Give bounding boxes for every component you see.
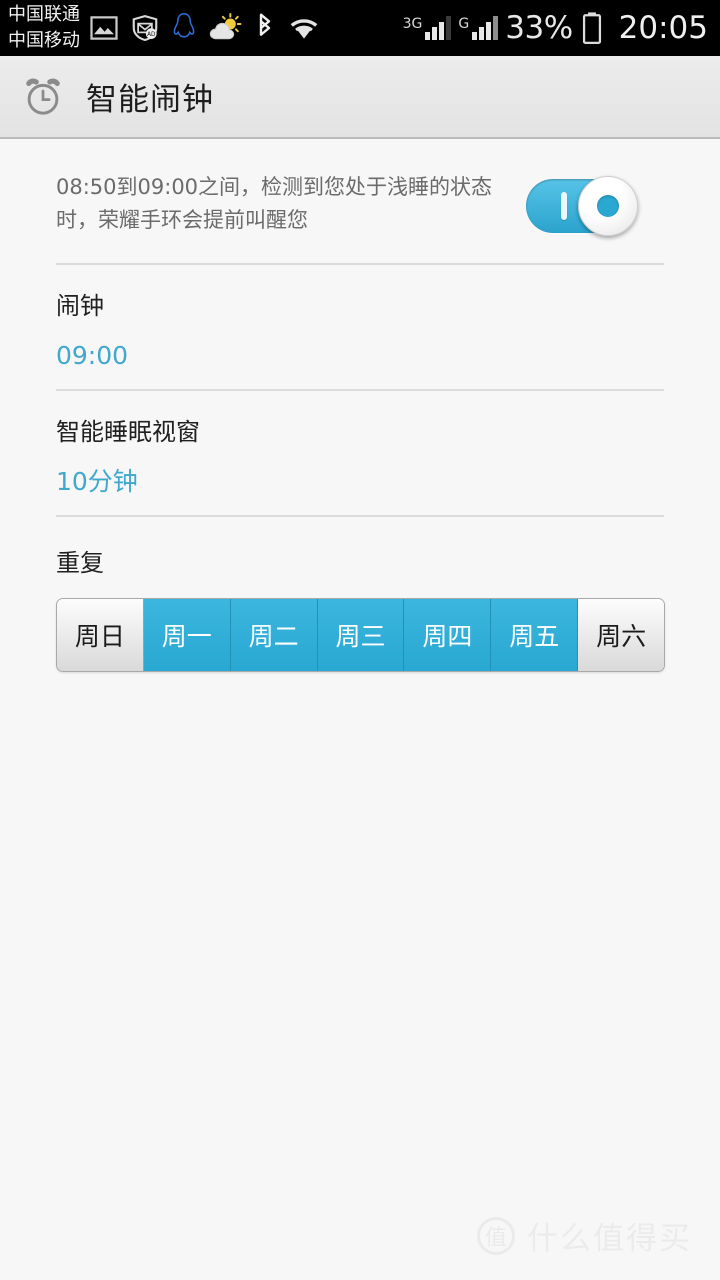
weather-sun-cloud-icon (207, 12, 243, 44)
sleep-window-field[interactable]: 智能睡眠视窗 10分钟 (56, 391, 664, 515)
smart-alarm-toggle[interactable] (526, 176, 638, 236)
alarm-field-value[interactable]: 09:00 (56, 339, 664, 373)
status-bar: 中国联通 中国移动 AD 3G G 33% 20:05 (0, 0, 720, 56)
signal-g: G (458, 16, 499, 40)
gallery-icon (89, 13, 119, 43)
signal-3g: 3G (403, 16, 452, 40)
status-bar-right-cluster: 3G G 33% 20:05 (403, 10, 708, 46)
app-header: 智能闹钟 (0, 56, 720, 139)
signal-g-bars (472, 16, 499, 40)
repeat-day-2[interactable]: 周二 (230, 599, 318, 671)
battery-percent: 33% (505, 10, 573, 46)
repeat-day-4[interactable]: 周四 (404, 599, 492, 671)
alarm-field-label: 闹钟 (56, 292, 104, 320)
status-bar-clock: 20:05 (618, 10, 708, 46)
svg-text:AD: AD (147, 32, 156, 38)
smart-alarm-row: 08:50到09:00之间，检测到您处于浅睡的状态时，荣耀手环会提前叫醒您 (56, 139, 664, 263)
battery-icon (580, 11, 604, 45)
qq-penguin-icon (171, 12, 197, 44)
sleep-window-field-value[interactable]: 10分钟 (56, 465, 664, 499)
watermark-text: 什么值得买 (527, 1221, 692, 1257)
mail-shield-ad-icon: AD (129, 13, 161, 43)
repeat-day-5[interactable]: 周五 (491, 599, 579, 671)
status-bar-notification-icons: AD (89, 12, 403, 44)
carrier-line-2: 中国移动 (8, 30, 80, 51)
repeat-day-1[interactable]: 周一 (143, 599, 231, 671)
toggle-knob[interactable] (578, 176, 638, 236)
wifi-icon (287, 13, 321, 43)
watermark-logo-icon: 值 (477, 1216, 515, 1255)
settings-content: 08:50到09:00之间，检测到您处于浅睡的状态时，荣耀手环会提前叫醒您 闹钟… (0, 139, 720, 672)
toggle-on-mark (561, 192, 567, 220)
repeat-day-6[interactable]: 周六 (578, 599, 664, 671)
signal-3g-bars (425, 16, 452, 40)
page-title: 智能闹钟 (86, 82, 214, 118)
repeat-day-selector[interactable]: 周日 周一 周二 周三 周四 周五 周六 (56, 598, 665, 672)
bluetooth-icon (253, 12, 277, 44)
sleep-window-field-label: 智能睡眠视窗 (56, 418, 200, 446)
repeat-day-3[interactable]: 周三 (317, 599, 405, 671)
alarm-clock-icon (22, 76, 64, 118)
carrier-label: 中国联通 中国移动 (8, 2, 80, 54)
signal-g-label: G (458, 16, 470, 32)
carrier-line-1: 中国联通 (8, 4, 80, 25)
alarm-field[interactable]: 闹钟 09:00 (56, 265, 664, 389)
smart-alarm-description: 08:50到09:00之间，检测到您处于浅睡的状态时，荣耀手环会提前叫醒您 (56, 175, 493, 232)
watermark: 值 什么值得买 (477, 1213, 692, 1258)
repeat-day-0[interactable]: 周日 (57, 599, 144, 671)
signal-3g-label: 3G (402, 16, 423, 32)
repeat-section-title: 重复 (56, 549, 104, 577)
